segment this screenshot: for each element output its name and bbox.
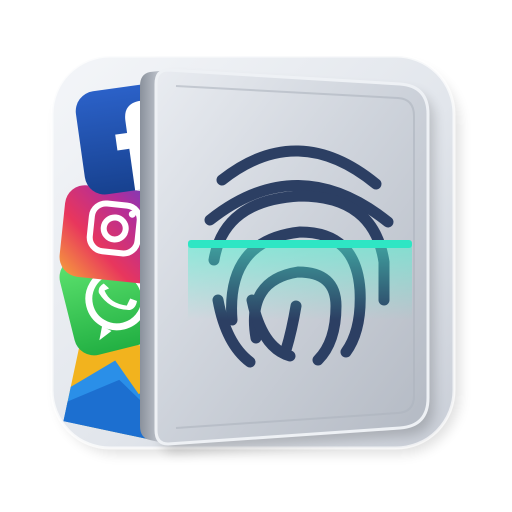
scan-line: [188, 240, 412, 320]
app-lock-logo: [50, 54, 460, 454]
